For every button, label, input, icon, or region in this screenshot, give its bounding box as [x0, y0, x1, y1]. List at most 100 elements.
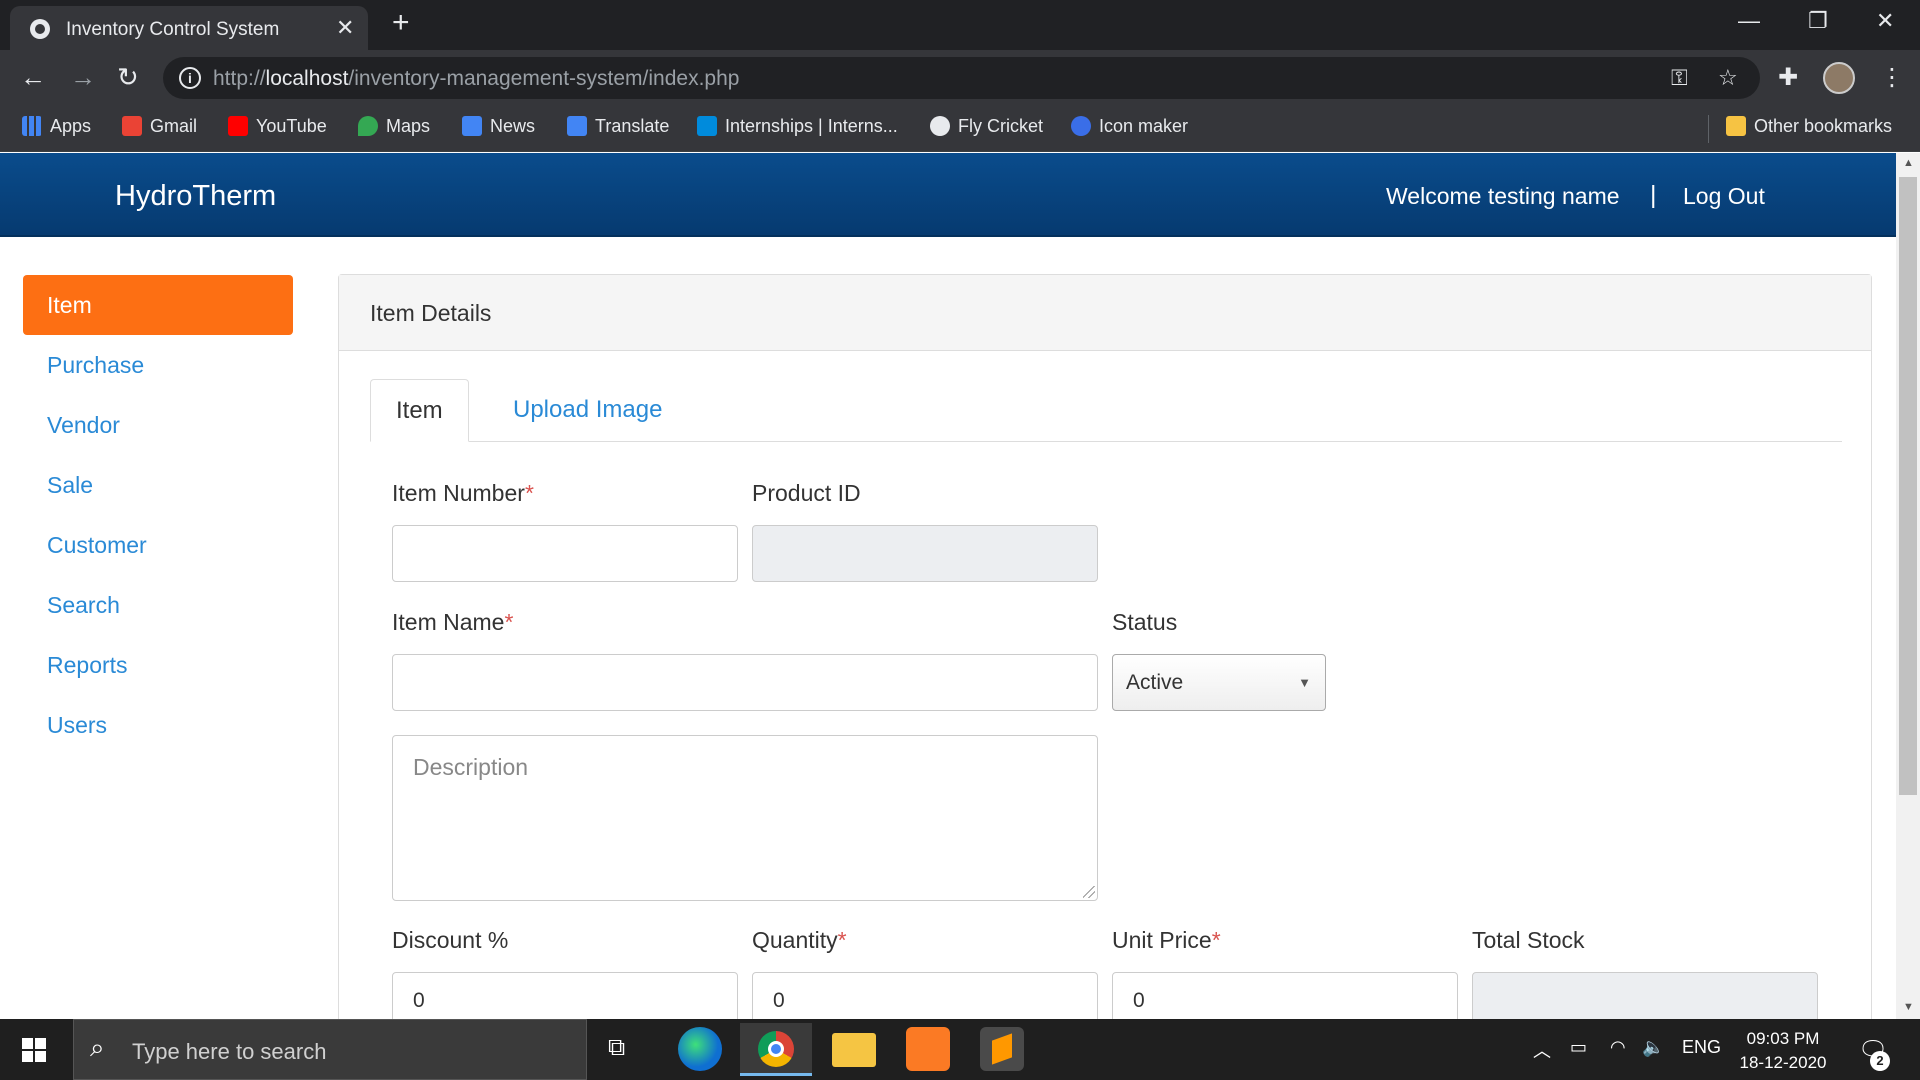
search-icon: ⌕: [90, 1032, 105, 1062]
scroll-up-icon[interactable]: ▲: [1903, 157, 1914, 169]
navbar-separator: |: [1650, 181, 1657, 209]
reload-icon[interactable]: ↻: [117, 62, 139, 93]
tab-item[interactable]: Item: [370, 379, 469, 442]
minimize-icon[interactable]: —: [1738, 8, 1760, 34]
quantity-input[interactable]: 0: [752, 972, 1098, 1019]
xampp-icon[interactable]: [906, 1027, 950, 1071]
sidebar-item-users[interactable]: Users: [23, 695, 293, 755]
windows-taskbar: ⌕ Type here to search ⧉ ︿ ▭ ◠ 🔈 ENG 09:0…: [0, 1019, 1920, 1080]
unit-price-input[interactable]: 0: [1112, 972, 1458, 1019]
address-bar[interactable]: i http://localhost/inventory-management-…: [163, 57, 1760, 99]
product-id-label: Product ID: [752, 480, 861, 506]
show-hidden-icons-chevron-icon[interactable]: ︿: [1533, 1037, 1551, 1063]
apps-grid-icon: [22, 116, 42, 136]
menu-icon[interactable]: ⋮: [1880, 63, 1904, 92]
scroll-down-icon[interactable]: ▼: [1903, 1001, 1914, 1013]
gmail-icon: [122, 116, 142, 136]
tab-upload-image[interactable]: Upload Image: [488, 379, 687, 442]
language-indicator[interactable]: ENG: [1682, 1037, 1721, 1058]
bookmark-apps[interactable]: Apps: [22, 116, 91, 137]
back-icon[interactable]: ←: [20, 62, 46, 93]
quantity-label: Quantity*: [752, 927, 847, 953]
top-navbar: HydroTherm Welcome testing name | Log Ou…: [0, 153, 1896, 237]
description-textarea[interactable]: Description: [392, 735, 1098, 901]
new-tab-button[interactable]: +: [392, 6, 410, 40]
bookmark-internships[interactable]: Internships | Interns...: [697, 116, 898, 137]
wifi-icon[interactable]: ◠: [1610, 1037, 1626, 1058]
browser-toolbar: ← → ↻ i http://localhost/inventory-manag…: [0, 50, 1920, 105]
youtube-icon: [228, 116, 248, 136]
scrollbar-thumb[interactable]: [1899, 177, 1917, 795]
file-explorer-icon[interactable]: [832, 1033, 876, 1067]
edge-icon[interactable]: [678, 1027, 722, 1071]
taskbar-search[interactable]: ⌕ Type here to search: [73, 1019, 587, 1080]
task-view-icon[interactable]: ⧉: [608, 1034, 625, 1062]
bookmark-divider: [1708, 115, 1709, 143]
chrome-icon: [758, 1031, 794, 1067]
bookmark-youtube[interactable]: YouTube: [228, 116, 327, 137]
bookmark-translate[interactable]: Translate: [567, 116, 669, 137]
resize-grip-icon[interactable]: [1083, 886, 1095, 898]
bookmark-news[interactable]: News: [462, 116, 535, 137]
internshala-icon: [697, 116, 717, 136]
url-text[interactable]: http://localhost/inventory-management-sy…: [213, 67, 739, 91]
profile-avatar[interactable]: [1823, 62, 1855, 94]
extensions-icon[interactable]: ✚: [1778, 63, 1798, 92]
total-stock-label: Total Stock: [1472, 927, 1585, 953]
discount-label: Discount %: [392, 927, 509, 953]
discount-input[interactable]: 0: [392, 972, 738, 1019]
chrome-taskbar-button[interactable]: [740, 1023, 812, 1076]
status-value: Active: [1126, 671, 1184, 694]
sidebar-item-search[interactable]: Search: [23, 575, 293, 635]
browser-tab[interactable]: Inventory Control System ✕: [10, 6, 368, 50]
tab-close-icon[interactable]: ✕: [336, 15, 354, 41]
sidebar-item-purchase[interactable]: Purchase: [23, 335, 293, 395]
icon-maker-icon: [1071, 116, 1091, 136]
volume-icon[interactable]: 🔈: [1642, 1037, 1664, 1058]
sidebar-item-customer[interactable]: Customer: [23, 515, 293, 575]
globe-icon: [30, 19, 50, 39]
product-id-input: [752, 525, 1098, 582]
chevron-down-icon: ▼: [1298, 675, 1311, 690]
bookmarks-bar: Apps Gmail YouTube Maps News Translate I…: [0, 105, 1920, 152]
brand-logo[interactable]: HydroTherm: [115, 180, 276, 213]
sidebar-item-item[interactable]: Item: [23, 275, 293, 335]
bookmark-gmail[interactable]: Gmail: [122, 116, 197, 137]
panel-tabs: Item Upload Image: [370, 379, 1842, 442]
star-icon[interactable]: ☆: [1718, 65, 1738, 91]
unit-price-label: Unit Price*: [1112, 927, 1221, 953]
total-stock-input: [1472, 972, 1818, 1019]
info-icon[interactable]: i: [179, 67, 201, 89]
bookmark-maps[interactable]: Maps: [358, 116, 430, 137]
translate-icon: [567, 116, 587, 136]
status-label: Status: [1112, 609, 1178, 635]
taskbar-search-placeholder: Type here to search: [132, 1039, 327, 1064]
sidebar-item-vendor[interactable]: Vendor: [23, 395, 293, 455]
taskbar-clock[interactable]: 09:03 PM 18-12-2020: [1736, 1027, 1830, 1075]
clock-time: 09:03 PM: [1746, 1029, 1820, 1048]
welcome-text: Welcome testing name: [1386, 183, 1620, 209]
web-page: HydroTherm Welcome testing name | Log Ou…: [0, 153, 1896, 1019]
close-window-icon[interactable]: ✕: [1876, 8, 1894, 34]
sublime-text-icon[interactable]: [980, 1027, 1024, 1071]
logout-link[interactable]: Log Out: [1683, 183, 1765, 210]
sidebar-item-reports[interactable]: Reports: [23, 635, 293, 695]
windows-start-icon[interactable]: [22, 1038, 46, 1062]
item-details-panel: Item Details Item Upload Image Item Numb…: [338, 274, 1872, 1019]
bookmark-fly-cricket[interactable]: Fly Cricket: [930, 116, 1043, 137]
sidebar-nav: Item Purchase Vendor Sale Customer Searc…: [23, 275, 293, 755]
item-number-input[interactable]: [392, 525, 738, 582]
page-scrollbar[interactable]: ▲ ▼: [1896, 153, 1920, 1019]
forward-icon[interactable]: →: [70, 62, 96, 93]
other-bookmarks[interactable]: Other bookmarks: [1726, 116, 1892, 137]
battery-icon[interactable]: ▭: [1570, 1037, 1587, 1058]
key-icon[interactable]: ⚿: [1671, 65, 1688, 91]
restore-icon[interactable]: ❐: [1808, 8, 1828, 34]
panel-heading: Item Details: [339, 275, 1871, 351]
status-select[interactable]: Active ▼: [1112, 654, 1326, 711]
sidebar-item-sale[interactable]: Sale: [23, 455, 293, 515]
bookmark-icon-maker[interactable]: Icon maker: [1071, 116, 1188, 137]
item-name-input[interactable]: [392, 654, 1098, 711]
clock-date: 18-12-2020: [1739, 1053, 1827, 1072]
tab-title: Inventory Control System: [66, 19, 280, 40]
